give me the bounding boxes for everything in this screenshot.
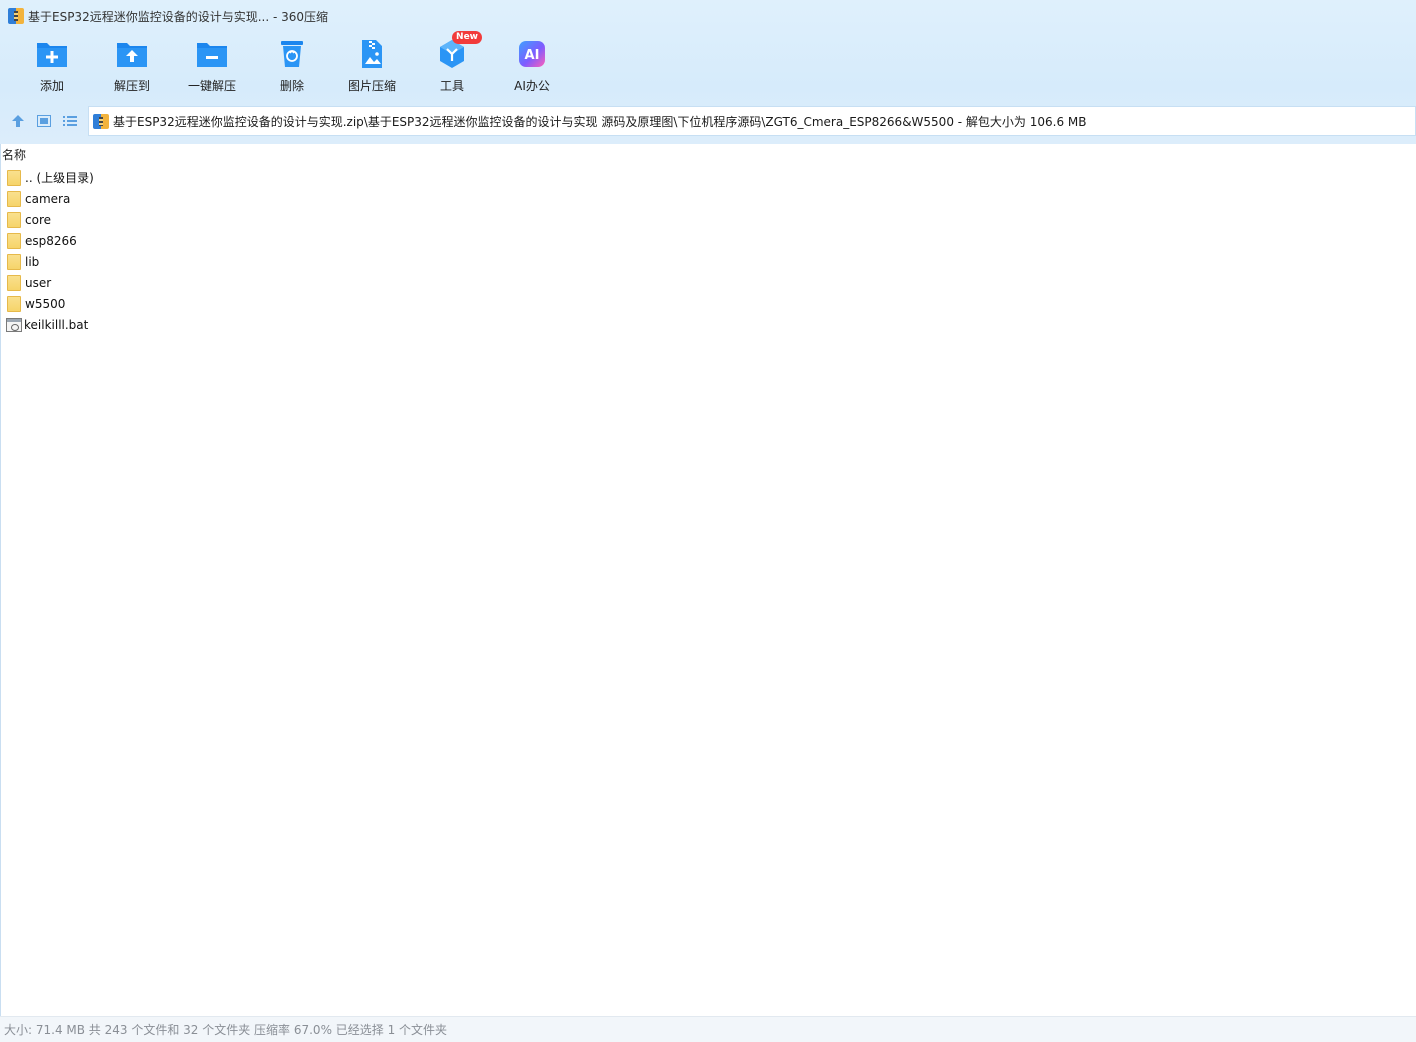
image-compress-label: 图片压缩 xyxy=(347,79,396,93)
title-bar: 基于ESP32远程迷你监控设备的设计与实现... - 360压缩 xyxy=(0,0,1416,32)
toolbar: 添加 解压到 一键解压 删除 图片压缩 New 工具 AI AI办公 xyxy=(12,31,572,100)
new-badge: New xyxy=(452,31,482,44)
file-rows: .. (上级目录) camera core esp8266 lib user w… xyxy=(1,166,1416,335)
item-name: esp8266 xyxy=(25,233,77,248)
archive-app-icon xyxy=(8,8,24,24)
image-compress-button[interactable]: 图片压缩 xyxy=(332,36,412,100)
ai-office-button[interactable]: AI AI办公 xyxy=(492,36,572,100)
ai-office-label: AI办公 xyxy=(514,79,550,93)
nav-buttons xyxy=(0,113,88,129)
header-area: 基于ESP32远程迷你监控设备的设计与实现... - 360压缩 添加 解压到 … xyxy=(0,0,1416,144)
one-click-extract-label: 一键解压 xyxy=(187,79,236,93)
item-name: user xyxy=(25,275,52,290)
add-label: 添加 xyxy=(39,79,64,93)
tools-icon: New xyxy=(434,31,482,72)
navigation-row: 基于ESP32远程迷你监控设备的设计与实现.zip\基于ESP32远程迷你监控设… xyxy=(0,106,1416,136)
one-click-extract-icon xyxy=(194,36,230,72)
image-compress-icon xyxy=(354,36,390,72)
extract-to-icon xyxy=(114,36,150,72)
path-text: 基于ESP32远程迷你监控设备的设计与实现.zip\基于ESP32远程迷你监控设… xyxy=(113,114,1087,129)
item-name: .. (上级目录) xyxy=(25,171,94,185)
item-name: w5500 xyxy=(25,296,66,311)
extract-to-label: 解压到 xyxy=(113,79,150,93)
list-item-folder[interactable]: w5500 xyxy=(6,293,1416,314)
folder-icon xyxy=(7,232,21,249)
folder-icon xyxy=(7,211,21,228)
list-item-parent-dir[interactable]: .. (上级目录) xyxy=(6,167,1416,188)
list-item-folder[interactable]: core xyxy=(6,209,1416,230)
arrow-up-icon xyxy=(12,115,24,127)
archive-path-icon xyxy=(93,113,109,129)
ai-icon-text: AI xyxy=(525,48,540,63)
list-item-folder[interactable]: lib xyxy=(6,251,1416,272)
list-view-button[interactable] xyxy=(62,113,78,129)
path-bar[interactable]: 基于ESP32远程迷你监控设备的设计与实现.zip\基于ESP32远程迷你监控设… xyxy=(88,106,1416,136)
status-bar: 大小: 71.4 MB 共 243 个文件和 32 个文件夹 压缩率 67.0%… xyxy=(0,1016,1416,1042)
folder-icon xyxy=(7,169,21,186)
add-button[interactable]: 添加 xyxy=(12,36,92,100)
list-item-folder[interactable]: esp8266 xyxy=(6,230,1416,251)
folder-icon xyxy=(7,253,21,270)
batch-file-icon xyxy=(6,317,22,332)
list-item-file[interactable]: keilkilll.bat xyxy=(6,314,1416,335)
item-name: lib xyxy=(25,254,40,269)
delete-bin-icon xyxy=(274,36,310,72)
delete-button[interactable]: 删除 xyxy=(252,36,332,100)
up-level-button[interactable] xyxy=(10,113,26,129)
item-name: camera xyxy=(25,191,71,206)
ai-office-icon: AI xyxy=(514,36,550,72)
item-name: core xyxy=(25,212,51,227)
thumbnail-view-icon xyxy=(37,115,51,127)
list-item-folder[interactable]: camera xyxy=(6,188,1416,209)
folder-icon xyxy=(7,190,21,207)
extract-to-button[interactable]: 解压到 xyxy=(92,36,172,100)
file-list: 名称 .. (上级目录) camera core esp8266 lib use… xyxy=(0,144,1416,1016)
delete-label: 删除 xyxy=(279,79,304,93)
thumbnail-view-button[interactable] xyxy=(36,113,52,129)
list-view-icon xyxy=(63,116,77,126)
one-click-extract-button[interactable]: 一键解压 xyxy=(172,36,252,100)
status-text: 大小: 71.4 MB 共 243 个文件和 32 个文件夹 压缩率 67.0%… xyxy=(4,1023,448,1037)
window-title: 基于ESP32远程迷你监控设备的设计与实现... - 360压缩 xyxy=(28,9,329,24)
folder-icon xyxy=(7,274,21,291)
add-folder-icon xyxy=(34,36,70,72)
tools-label: 工具 xyxy=(439,79,464,93)
folder-icon xyxy=(7,295,21,312)
tools-button[interactable]: New 工具 xyxy=(412,31,492,100)
column-header-name[interactable]: 名称 xyxy=(1,144,1416,166)
app-window: 基于ESP32远程迷你监控设备的设计与实现... - 360压缩 添加 解压到 … xyxy=(0,0,1416,1042)
item-name: keilkilll.bat xyxy=(24,317,89,332)
list-item-folder[interactable]: user xyxy=(6,272,1416,293)
